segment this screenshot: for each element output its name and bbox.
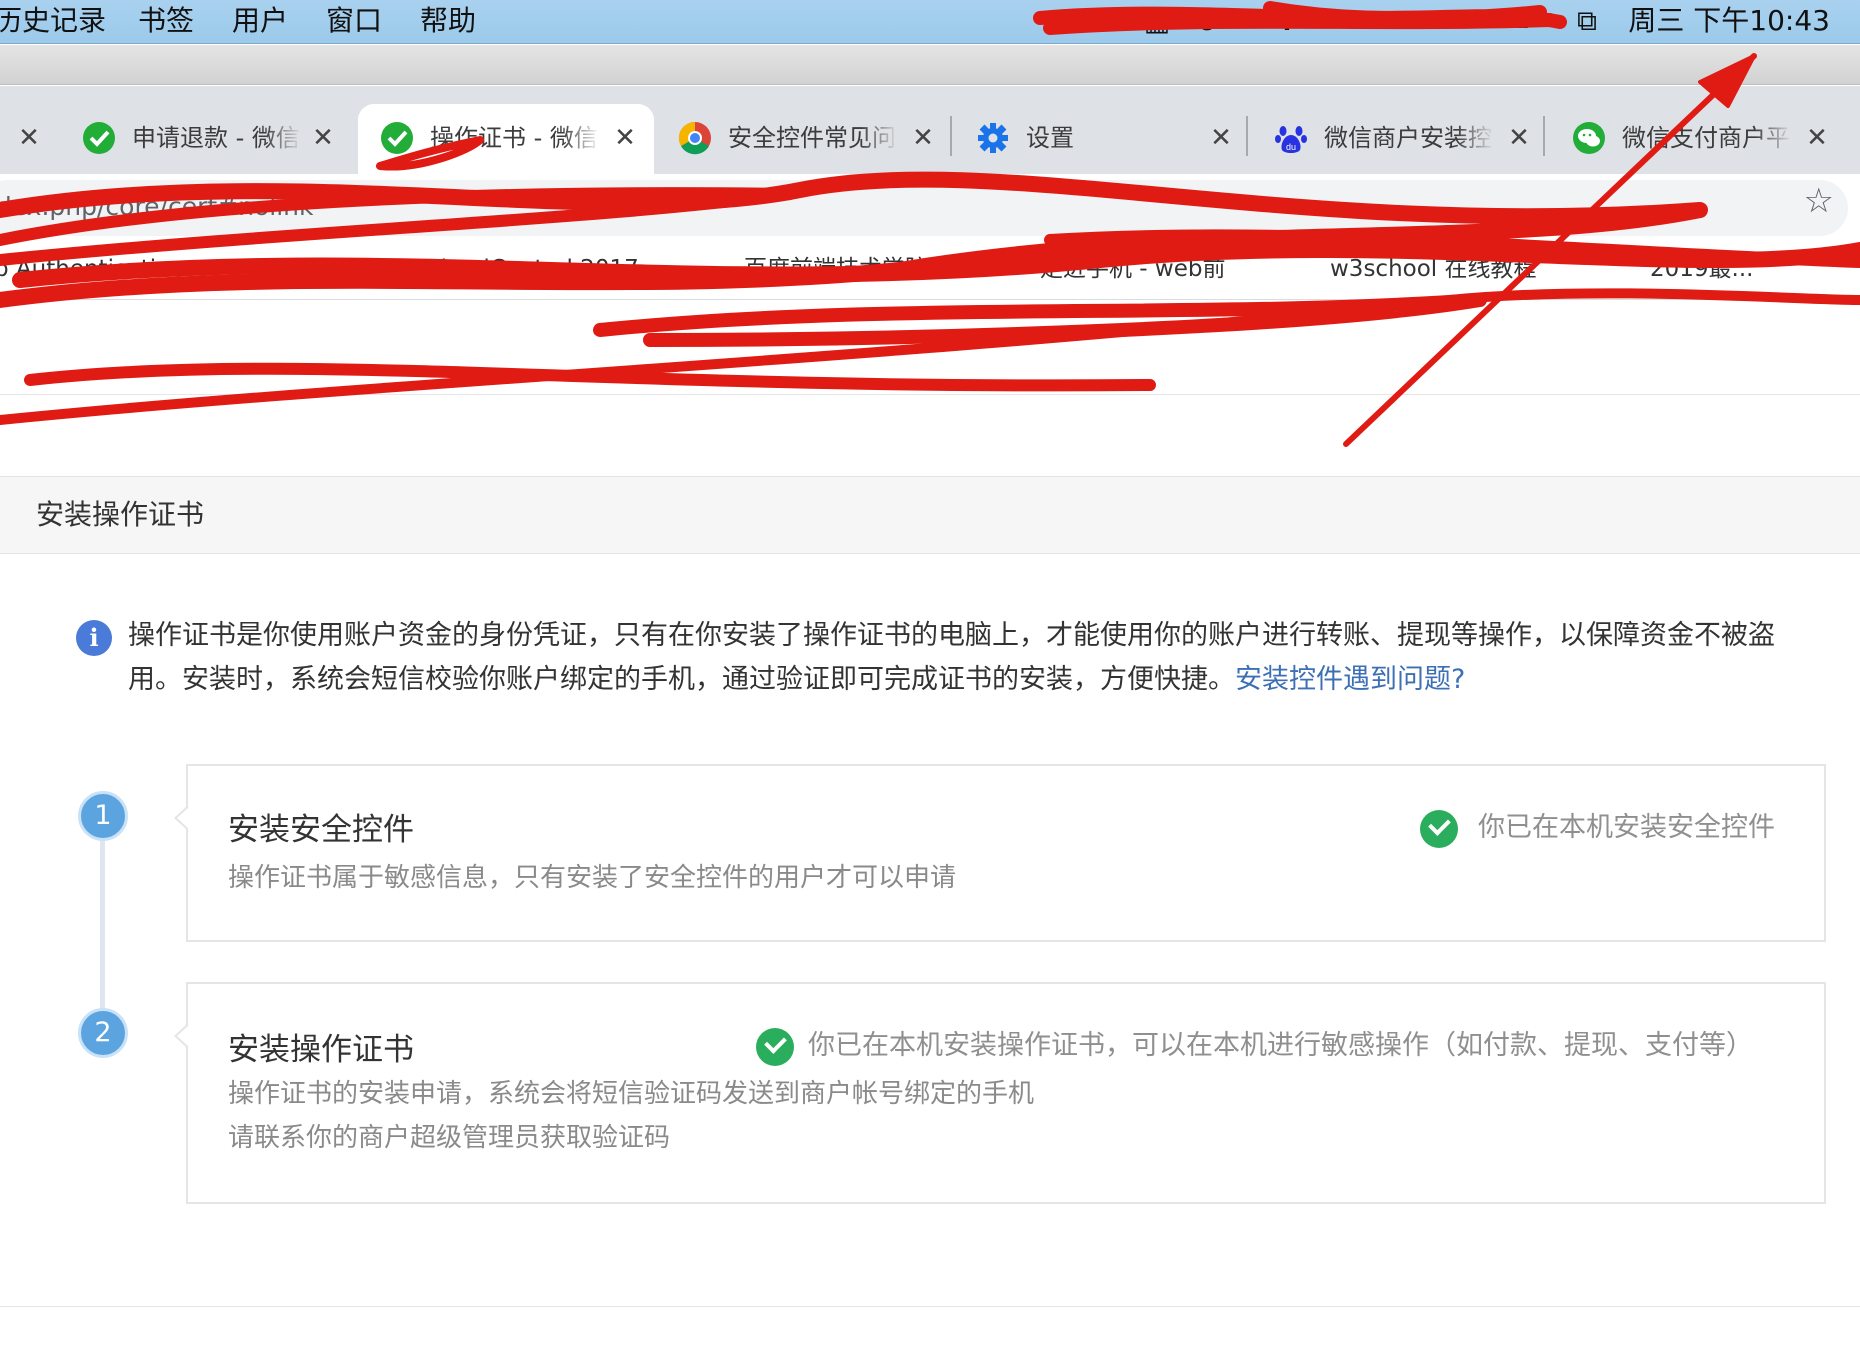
bookmark-item[interactable]: 走进手机 - web前 [1040,254,1225,284]
section-title: 安装操作证书 [36,498,205,531]
wechat-pay-icon [82,121,116,155]
tab-partial-close-icon[interactable]: ✕ [14,123,44,153]
tab-title: 安全控件常见问 [728,124,896,152]
wechat-icon [1572,121,1606,155]
tab-close-icon[interactable]: ✕ [908,123,938,153]
menu-user[interactable]: 用户 [232,2,288,40]
help-link[interactable]: 安装控件遇到问题? [1235,664,1465,695]
wifi-icon[interactable]: ◠ [1330,4,1364,38]
battery-icon[interactable]: ▭ [1500,4,1534,38]
tab-wechat-merchant-platform[interactable]: 微信支付商户平 ✕ [1550,104,1846,174]
check-icon [1420,810,1458,848]
grid-icon[interactable]: ▦ [1140,4,1174,38]
address-bar-area: ndex.php/core/cert#nolink ☆ [0,174,1860,240]
menubar-clock[interactable]: 周三 下午10:43 [1628,2,1830,40]
gear-icon [976,121,1010,155]
tab-close-icon[interactable]: ✕ [610,123,640,153]
bookmarks-bar: p Authenticati nloadControl 2017 百度前端技术学… [0,240,1860,300]
notice-text: 操作证书是你使用账户资金的身份凭证，只有在你安装了操作证书的电脑上，才能使用你的… [128,614,1818,702]
bookmark-item[interactable]: p Authenticati [0,254,156,284]
tab-merchant-install[interactable]: du 微信商户安装控 ✕ [1252,104,1548,174]
tab-title: 操作证书 - 微信 [430,124,598,152]
step-number-2: 2 [78,1008,128,1058]
step-title: 安装安全控件 [228,812,414,848]
tab-refund[interactable]: 申请退款 - 微信 ✕ [60,104,352,174]
menu-help[interactable]: 帮助 [420,2,476,40]
check-icon [756,1028,794,1066]
tab-separator [950,116,952,156]
tab-operation-cert[interactable]: 操作证书 - 微信 ✕ [358,104,654,174]
step-status: 你已在本机安装安全控件 [1478,812,1775,843]
bookmark-item[interactable]: 2019最... [1650,254,1753,284]
menu-bookmarks[interactable]: 书签 [138,2,194,40]
tab-close-icon[interactable]: ✕ [308,123,338,153]
browser-tab-bar: ✕ 申请退款 - 微信 ✕ 操作证书 - 微信 ✕ 安全控件常见问 ✕ 设置 ✕… [0,86,1860,174]
cloud-icon[interactable]: ☁ [1090,4,1124,38]
step-desc: 请联系你的商户超级管理员获取验证码 [228,1123,671,1153]
url-input[interactable]: ndex.php/core/cert#nolink [0,180,1848,236]
tab-separator [1543,116,1545,156]
tab-close-icon[interactable]: ✕ [1206,123,1236,153]
footer-divider [0,1306,1860,1307]
tab-title: 设置 [1026,124,1074,152]
bluetooth-icon[interactable]: ✱ [1270,4,1304,38]
menu-window[interactable]: 窗口 [326,2,382,40]
section-header: 安装操作证书 [0,476,1860,554]
tab-security-faq[interactable]: 安全控件常见问 ✕ [656,104,952,174]
tab-title: 申请退款 - 微信 [132,124,300,152]
card-pointer-inner [177,1025,189,1047]
info-icon: i [76,620,112,656]
chrome-icon [678,121,712,155]
menubar-status-area: ☁ ▦ ⊗ ✱ ◠ ▭ ⧉ [1030,4,1620,40]
wechat-pay-icon [380,121,414,155]
macos-menu-bar: 历史记录 书签 用户 窗口 帮助 ☁ ▦ ⊗ ✱ ◠ ▭ ⧉ 周三 下午10:4… [0,0,1860,44]
bookmark-item[interactable]: nloadControl 2017 [426,254,639,284]
notice-body: 操作证书是你使用账户资金的身份凭证，只有在你安装了操作证书的电脑上，才能使用你的… [128,620,1775,695]
window-title-strip [0,45,1860,85]
step-title: 安装操作证书 [228,1032,414,1068]
bookmark-star-icon[interactable]: ☆ [1804,184,1834,218]
control-center-icon[interactable]: ⧉ [1570,4,1604,38]
step-number-1: 1 [78,791,128,841]
url-text: ndex.php/core/cert#nolink [0,192,314,221]
tab-title: 微信支付商户平 [1622,124,1790,152]
step-card-install-control: 安装安全控件 操作证书属于敏感信息，只有安装了安全控件的用户才可以申请 你已在本… [174,764,1826,942]
bookmark-item[interactable]: 百度前端技术学院 [744,254,928,284]
tab-close-icon[interactable]: ✕ [1504,123,1534,153]
tab-close-icon[interactable]: ✕ [1802,123,1832,153]
step-card-install-cert: 安装操作证书 操作证书的安装申请，系统会将短信验证码发送到商户帐号绑定的手机 请… [174,982,1826,1204]
tab-separator [1246,116,1248,156]
creative-cloud-icon[interactable]: ⊗ [1190,4,1224,38]
svg-text:du: du [1286,142,1296,152]
tab-settings[interactable]: 设置 ✕ [954,104,1250,174]
baidu-icon: du [1274,121,1308,155]
page-header [0,301,1860,395]
card-pointer-inner [177,807,189,829]
bookmark-item[interactable]: w3school 在线教程 [1330,254,1537,284]
step-desc: 操作证书的安装申请，系统会将短信验证码发送到商户帐号绑定的手机 [228,1079,1035,1109]
menu-history[interactable]: 历史记录 [0,2,106,40]
step-desc: 操作证书属于敏感信息，只有安装了安全控件的用户才可以申请 [228,863,957,893]
step-status: 你已在本机安装操作证书，可以在本机进行敏感操作（如付款、提现、支付等） [808,1030,1753,1061]
tab-title: 微信商户安装控 [1324,124,1492,152]
